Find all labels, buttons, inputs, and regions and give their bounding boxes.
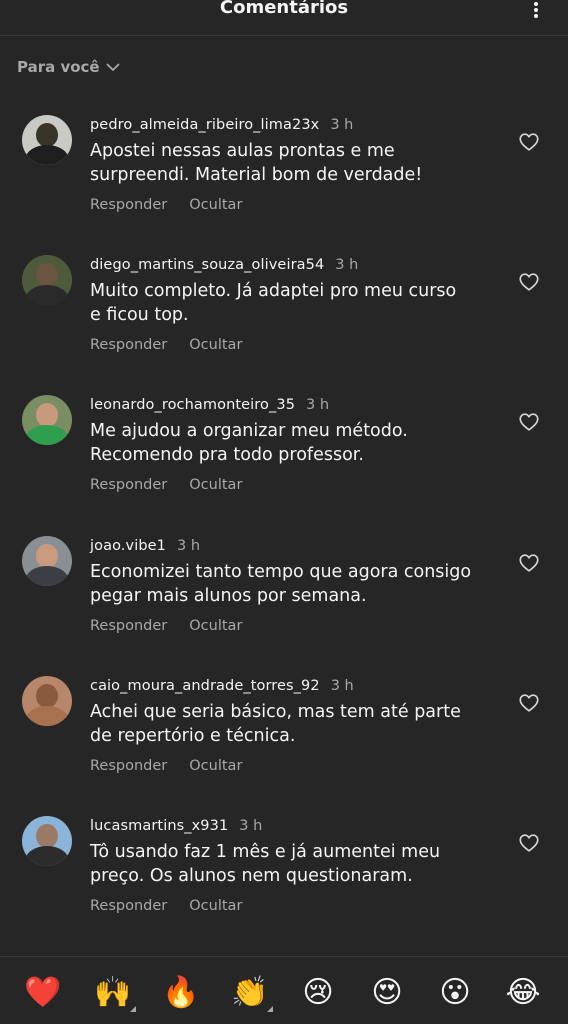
comment-line: surpreendi. Material bom de verdade! — [90, 165, 423, 185]
sort-filter-label: Para você — [17, 58, 100, 76]
username[interactable]: joao.vibe1 — [90, 538, 166, 554]
comment-meta: pedro_almeida_ribeiro_lima23x 3 h — [90, 115, 353, 135]
surprised-face-emoji-button[interactable]: 😮 — [436, 974, 474, 1012]
comment-text: Tô usando faz 1 mês e já aumentei meu pr… — [90, 840, 500, 888]
more-vertical-icon[interactable] — [530, 0, 542, 20]
heart-eyes-emoji-button[interactable]: 😍 — [368, 974, 406, 1012]
comment-time: 3 h — [306, 397, 330, 413]
reply-button[interactable]: Responder — [90, 618, 167, 634]
crying-face-emoji-button[interactable]: 😢 — [299, 974, 337, 1012]
comment-time: 3 h — [330, 117, 354, 133]
avatar[interactable] — [22, 115, 72, 165]
comment-line: pegar mais alunos por semana. — [90, 586, 367, 606]
hide-button[interactable]: Ocultar — [189, 618, 242, 634]
comment-line: preço. Os alunos nem questionaram. — [90, 866, 413, 886]
comment-text: Economizei tanto tempo que agora consigo… — [90, 560, 500, 608]
reply-button[interactable]: Responder — [90, 758, 167, 774]
like-heart-icon[interactable] — [518, 271, 540, 293]
comment-text: Muito completo. Já adaptei pro meu curso… — [90, 279, 500, 327]
comment-text: Achei que seria básico, mas tem até part… — [90, 700, 500, 748]
comment-time: 3 h — [330, 678, 354, 694]
username[interactable]: leonardo_rochamonteiro_35 — [90, 397, 295, 413]
comment-time: 3 h — [239, 818, 263, 834]
comment-meta: diego_martins_souza_oliveira54 3 h — [90, 255, 358, 275]
avatar[interactable] — [22, 255, 72, 305]
variant-indicator-icon — [130, 1006, 136, 1012]
comment-line: Me ajudou a organizar meu método. — [90, 421, 408, 441]
comment-line: e ficou top. — [90, 305, 189, 325]
comment-meta: lucasmartins_x931 3 h — [90, 816, 262, 836]
hide-button[interactable]: Ocultar — [189, 477, 242, 493]
comment-actions: Responder Ocultar — [90, 337, 242, 353]
comment-item: lucasmartins_x931 3 h Tô usando faz 1 mê… — [0, 816, 568, 956]
reply-button[interactable]: Responder — [90, 337, 167, 353]
hide-button[interactable]: Ocultar — [189, 758, 242, 774]
comment-meta: caio_moura_andrade_torres_92 3 h — [90, 676, 354, 696]
comment-time: 3 h — [176, 538, 201, 554]
avatar[interactable] — [22, 676, 72, 726]
comment-time: 3 h — [335, 257, 359, 273]
comment-actions: Responder Ocultar — [90, 477, 242, 493]
username[interactable]: pedro_almeida_ribeiro_lima23x — [90, 117, 319, 133]
reply-button[interactable]: Responder — [90, 898, 167, 914]
comment-item: caio_moura_andrade_torres_92 3 h Achei q… — [0, 676, 568, 816]
comment-line: Achei que seria básico, mas tem até part… — [90, 702, 461, 722]
comment-actions: Responder Ocultar — [90, 898, 242, 914]
comment-line: Recomendo pra todo professor. — [90, 445, 364, 465]
variant-indicator-icon — [267, 1006, 273, 1012]
like-heart-icon[interactable] — [518, 131, 540, 153]
comment-line: Apostei nessas aulas prontas e me — [90, 141, 395, 161]
comment-meta: leonardo_rochamonteiro_35 3 h — [90, 395, 329, 415]
tears-of-joy-emoji-button[interactable]: 😂 — [504, 974, 542, 1012]
raising-hands-emoji-button[interactable]: 🙌 — [94, 974, 136, 1012]
reply-button[interactable]: Responder — [90, 477, 167, 493]
like-heart-icon[interactable] — [518, 832, 540, 854]
like-heart-icon[interactable] — [518, 692, 540, 714]
quick-reaction-bar: ❤️ 🙌 🔥 👏 😢 😍 😮 😂 — [0, 956, 568, 1024]
comments-header: Comentários — [0, 0, 568, 36]
comment-meta: joao.vibe1 3 h — [90, 536, 200, 556]
raising-hands-icon: 🙌 — [94, 975, 132, 1010]
hide-button[interactable]: Ocultar — [189, 197, 242, 213]
username[interactable]: caio_moura_andrade_torres_92 — [90, 678, 320, 694]
comment-actions: Responder Ocultar — [90, 758, 242, 774]
page-title: Comentários — [219, 0, 349, 18]
username[interactable]: lucasmartins_x931 — [90, 818, 228, 834]
comment-item: leonardo_rochamonteiro_35 3 h Me ajudou … — [0, 395, 568, 535]
comment-actions: Responder Ocultar — [90, 618, 242, 634]
clapping-hands-emoji-button[interactable]: 👏 — [231, 974, 273, 1012]
chevron-down-icon — [106, 63, 120, 71]
comment-item: pedro_almeida_ribeiro_lima23x 3 h Aposte… — [0, 115, 568, 255]
avatar[interactable] — [22, 816, 72, 866]
comment-line: Economizei tanto tempo que agora consigo — [90, 562, 472, 582]
comment-item: joao.vibe1 3 h Economizei tanto tempo qu… — [0, 536, 568, 676]
avatar[interactable] — [22, 395, 72, 445]
fire-emoji-button[interactable]: 🔥 — [162, 974, 200, 1012]
red-heart-emoji-button[interactable]: ❤️ — [24, 974, 62, 1012]
comment-text: Me ajudou a organizar meu método. Recome… — [90, 419, 500, 467]
hide-button[interactable]: Ocultar — [189, 337, 242, 353]
comment-text: Apostei nessas aulas prontas e me surpre… — [90, 139, 500, 187]
username[interactable]: diego_martins_souza_oliveira54 — [90, 257, 324, 273]
comment-item: diego_martins_souza_oliveira54 3 h Muito… — [0, 255, 568, 395]
sort-filter-dropdown[interactable]: Para você — [17, 56, 120, 78]
comment-line: Tô usando faz 1 mês e já aumentei meu — [90, 842, 441, 862]
avatar[interactable] — [22, 536, 72, 586]
comment-line: Muito completo. Já adaptei pro meu curso — [90, 281, 457, 301]
hide-button[interactable]: Ocultar — [189, 898, 242, 914]
like-heart-icon[interactable] — [518, 411, 540, 433]
like-heart-icon[interactable] — [518, 552, 540, 574]
comment-line: de repertório e técnica. — [90, 726, 296, 746]
comment-actions: Responder Ocultar — [90, 197, 242, 213]
reply-button[interactable]: Responder — [90, 197, 167, 213]
clapping-hands-icon: 👏 — [231, 975, 269, 1010]
